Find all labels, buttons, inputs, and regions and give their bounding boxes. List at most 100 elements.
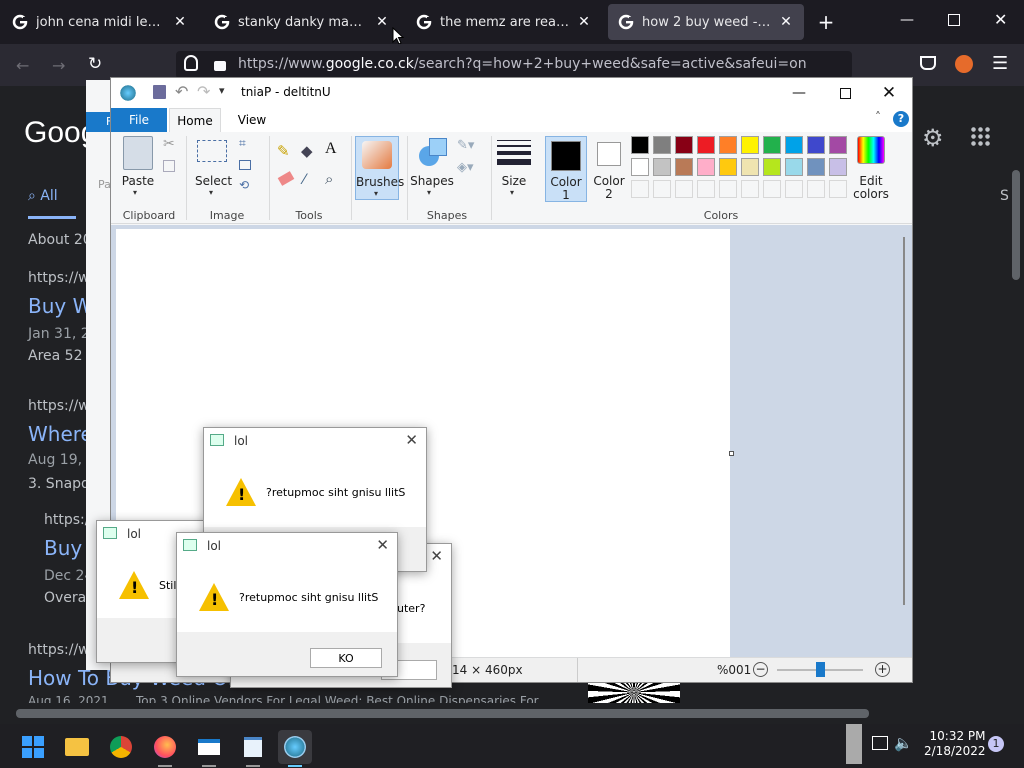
- custom-color-slot[interactable]: [697, 180, 715, 198]
- select-dropdown-icon[interactable]: ▾: [209, 188, 213, 197]
- taskbar-clock[interactable]: 10:32 PM 2/18/2022: [924, 729, 986, 759]
- view-tab[interactable]: View: [229, 108, 275, 132]
- select-rectangle-icon[interactable]: [197, 140, 227, 162]
- file-tab[interactable]: File: [111, 108, 167, 132]
- notification-badge[interactable]: 1: [988, 736, 1004, 752]
- menu-hamburger-icon[interactable]: ☰: [992, 53, 1008, 74]
- magnifier-icon[interactable]: ⌕: [325, 170, 333, 188]
- canvas-scrollbar[interactable]: [903, 237, 905, 605]
- browser-tab-2[interactable]: stanky danky maymays - G ✕: [204, 4, 400, 40]
- paste-button[interactable]: Paste: [121, 174, 155, 188]
- result-title-link[interactable]: Where: [28, 422, 93, 446]
- taskbar-paint-icon[interactable]: [278, 730, 312, 764]
- rotate-icon[interactable]: ⟲: [239, 178, 249, 192]
- brushes-button[interactable]: Brushes ▾: [355, 136, 404, 200]
- pocket-icon[interactable]: [920, 56, 936, 70]
- home-tab[interactable]: Home: [169, 108, 221, 132]
- color-picker-icon[interactable]: ⁄: [303, 172, 305, 188]
- palette-swatch[interactable]: [631, 158, 649, 176]
- palette-swatch[interactable]: [785, 158, 803, 176]
- size-button[interactable]: Size: [495, 174, 533, 188]
- dialog-close-icon[interactable]: ✕: [405, 431, 418, 449]
- custom-color-slot[interactable]: [807, 180, 825, 198]
- dialog-close-icon[interactable]: ✕: [376, 536, 389, 554]
- palette-swatch[interactable]: [763, 158, 781, 176]
- palette-swatch[interactable]: [653, 136, 671, 154]
- zoom-out-icon[interactable]: −: [753, 662, 768, 677]
- show-hidden-icons[interactable]: [846, 724, 862, 764]
- text-tool-icon[interactable]: A: [325, 140, 337, 158]
- apps-grid-icon[interactable]: [970, 126, 990, 146]
- custom-color-slot[interactable]: [829, 180, 847, 198]
- palette-swatch[interactable]: [785, 136, 803, 154]
- result-title-link[interactable]: Buy: [44, 536, 82, 560]
- cut-icon[interactable]: ✂: [163, 136, 175, 152]
- taskbar-app-window-icon[interactable]: [192, 730, 226, 764]
- select-button[interactable]: Select: [195, 174, 232, 188]
- network-icon[interactable]: [872, 736, 888, 750]
- zoom-slider-thumb[interactable]: [816, 662, 825, 677]
- result-thumbnail[interactable]: [588, 682, 680, 703]
- quick-access-dropdown-icon[interactable]: ▾: [219, 84, 225, 97]
- canvas-resize-handle[interactable]: [729, 451, 734, 456]
- save-icon[interactable]: [153, 85, 166, 99]
- help-icon[interactable]: ?: [893, 111, 909, 127]
- browser-tab-3[interactable]: the memz are real - Google ✕: [406, 4, 602, 40]
- palette-swatch[interactable]: [829, 136, 847, 154]
- file-explorer-icon[interactable]: [60, 730, 94, 764]
- palette-swatch[interactable]: [653, 158, 671, 176]
- palette-swatch[interactable]: [741, 136, 759, 154]
- firefox-icon[interactable]: [148, 730, 182, 764]
- ok-button[interactable]: KO: [310, 648, 382, 668]
- new-tab-plus-icon[interactable]: +: [814, 10, 838, 34]
- window-close-icon[interactable]: ✕: [994, 10, 1007, 29]
- shapes-dropdown-icon[interactable]: ▾: [427, 188, 431, 197]
- color2-swatch[interactable]: [597, 142, 621, 166]
- tab-close-icon[interactable]: ✕: [576, 14, 592, 30]
- palette-swatch[interactable]: [631, 136, 649, 154]
- palette-swatch[interactable]: [741, 158, 759, 176]
- tab-close-icon[interactable]: ✕: [778, 14, 794, 30]
- fill-icon[interactable]: ◈▾: [457, 160, 474, 175]
- horizontal-scrollbar-thumb[interactable]: [16, 709, 869, 718]
- copy-icon[interactable]: [163, 160, 175, 172]
- paint-maximize-icon[interactable]: [822, 78, 868, 108]
- tab-close-icon[interactable]: ✕: [172, 14, 188, 30]
- palette-swatch[interactable]: [675, 158, 693, 176]
- crop-icon[interactable]: ⌗: [239, 136, 246, 151]
- tab-all[interactable]: ⌕ All: [28, 188, 58, 204]
- result-title-link[interactable]: Buy W: [28, 294, 92, 318]
- settings-gear-icon[interactable]: ⚙: [922, 124, 944, 152]
- shapes-button[interactable]: Shapes: [409, 174, 455, 188]
- color2-button[interactable]: Color: [589, 174, 629, 188]
- back-arrow-icon[interactable]: ←: [16, 56, 29, 75]
- palette-swatch[interactable]: [719, 136, 737, 154]
- palette-swatch[interactable]: [719, 158, 737, 176]
- dialog-close-icon[interactable]: ✕: [430, 547, 443, 565]
- custom-color-slot[interactable]: [763, 180, 781, 198]
- custom-color-slot[interactable]: [631, 180, 649, 198]
- undo-icon[interactable]: ↶: [175, 82, 188, 101]
- custom-color-slot[interactable]: [785, 180, 803, 198]
- paint-close-icon[interactable]: ✕: [866, 78, 912, 108]
- size-dropdown-icon[interactable]: ▾: [510, 188, 514, 197]
- start-windows-icon[interactable]: [16, 730, 50, 764]
- reload-icon[interactable]: ↻: [88, 54, 102, 74]
- edit-colors-button[interactable]: Edit: [847, 174, 895, 188]
- browser-tab-4-active[interactable]: how 2 buy weed - Google ✕: [608, 4, 804, 40]
- outline-icon[interactable]: ✎▾: [457, 138, 474, 153]
- extension-icon[interactable]: [955, 55, 973, 73]
- chrome-icon[interactable]: [104, 730, 138, 764]
- browser-tab-1[interactable]: john cena midi legit not co ✕: [2, 4, 198, 40]
- forward-arrow-icon[interactable]: →: [52, 56, 65, 75]
- palette-swatch[interactable]: [697, 136, 715, 154]
- fill-bucket-icon[interactable]: ◆: [301, 142, 313, 160]
- page-scrollbar-thumb[interactable]: [1012, 170, 1020, 280]
- palette-swatch[interactable]: [807, 158, 825, 176]
- volume-icon[interactable]: 🔈: [894, 734, 913, 752]
- palette-swatch[interactable]: [807, 136, 825, 154]
- custom-color-slot[interactable]: [741, 180, 759, 198]
- redo-icon[interactable]: ↷: [197, 82, 210, 101]
- resize-icon[interactable]: [239, 160, 251, 170]
- paste-dropdown-icon[interactable]: ▾: [133, 188, 137, 197]
